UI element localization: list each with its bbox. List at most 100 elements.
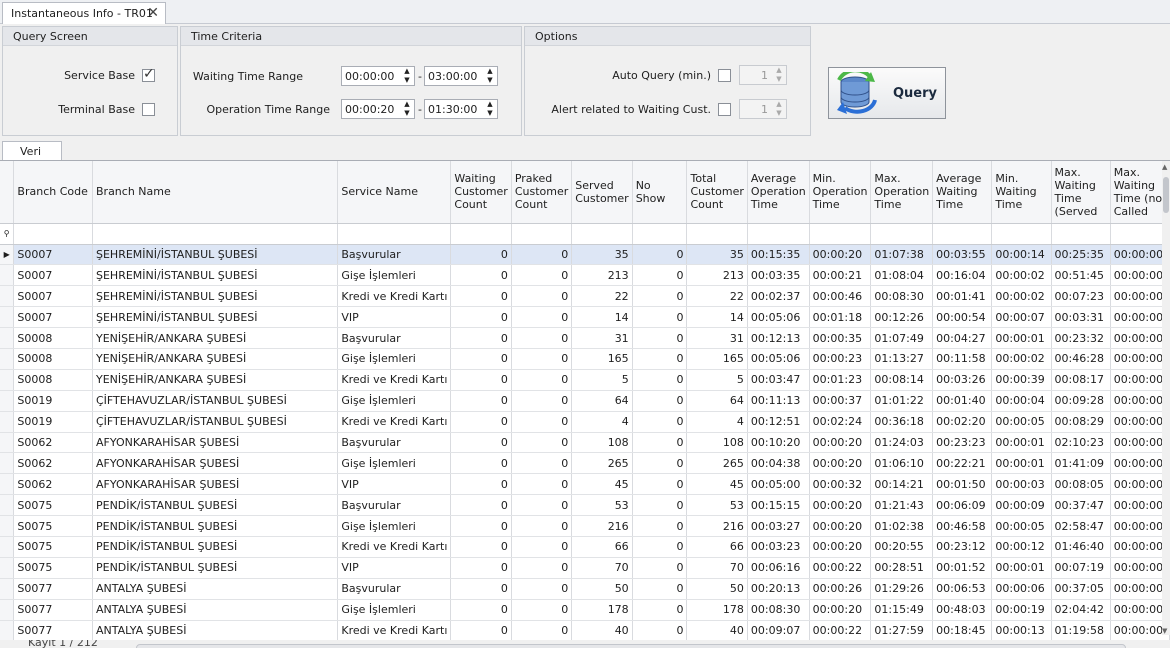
table-row[interactable]: S0075 PENDİK/İSTANBUL ŞUBESİ Başvurular 0 0 5… (0, 494, 1170, 517)
table-cell: 00:20:55 (870, 536, 934, 558)
column-header[interactable]: Branch Name (92, 161, 339, 224)
filter-cell[interactable] (991, 223, 1052, 245)
table-cell: 0 (632, 536, 688, 558)
scroll-up-icon[interactable]: ▲ (1162, 163, 1167, 171)
table-cell: 14 (571, 306, 633, 329)
table-row[interactable]: S0007 ŞEHREMİNİ/İSTANBUL ŞUBESİ Kredi ve K… (0, 285, 1170, 308)
query-button[interactable]: Query (828, 67, 946, 119)
doc-tab-instantaneous-info[interactable]: Instantaneous Info - TR01 ✕ (2, 2, 166, 24)
spin-icon[interactable]: ▲ ▼ (400, 67, 414, 85)
table-cell: 0 (632, 578, 688, 600)
operation-time-from-input[interactable]: 00:00:20 ▲ ▼ (341, 99, 415, 119)
filter-cell[interactable] (571, 223, 633, 245)
table-row[interactable]: S0007 ŞEHREMİNİ/İSTANBUL ŞUBESİ Gişe İşlem… (0, 264, 1170, 287)
column-header[interactable]: Average Operation Time (747, 161, 810, 224)
filter-cell[interactable] (1110, 223, 1170, 245)
filter-cell[interactable] (511, 223, 573, 245)
column-header[interactable]: No Show (632, 161, 688, 224)
spin-icon[interactable]: ▲ ▼ (483, 67, 497, 85)
column-header[interactable]: Service Name (337, 161, 452, 224)
table-cell: 0 (511, 390, 573, 412)
table-row[interactable]: S0075 PENDİK/İSTANBUL ŞUBESİ Kredi ve Kred… (0, 536, 1170, 558)
filter-cell[interactable] (450, 223, 512, 245)
tab-veri[interactable]: Veri (2, 141, 62, 161)
alert-waiting-checkbox[interactable] (718, 103, 731, 116)
table-cell: 01:21:43 (870, 494, 934, 517)
table-row[interactable]: S0077 ANTALYA ŞUBESİ Kredi ve Kredi Kartı 0… (0, 620, 1170, 640)
waiting-time-from-input[interactable]: 00:00:00 ▲ ▼ (341, 66, 415, 86)
table-row[interactable]: S0077 ANTALYA ŞUBESİ Başvurular 0 0 50 0 50 00:2… (0, 578, 1170, 600)
filter-cell[interactable] (932, 223, 993, 245)
table-cell: 00:00:22 (809, 620, 872, 640)
table-cell: PENDİK/İSTANBUL ŞUBESİ (92, 536, 339, 558)
table-cell: 0 (450, 515, 512, 537)
column-header[interactable]: Max. Waiting Time (no Called (1110, 161, 1170, 224)
column-header[interactable]: Served Customer (571, 161, 633, 224)
table-row[interactable]: S0062 AFYONKARAHİSAR ŞUBESİ VIP 0 0 45 0 45 00:0… (0, 473, 1170, 496)
column-header[interactable]: Praked Customer Count (511, 161, 573, 224)
waiting-time-to-input[interactable]: 03:00:00 ▲ ▼ (424, 66, 498, 86)
filter-cell[interactable] (809, 223, 872, 245)
auto-query-minutes-input[interactable]: 1 ▲ ▼ (739, 65, 787, 85)
filter-cell[interactable] (632, 223, 688, 245)
table-cell: 01:24:03 (870, 432, 934, 454)
filter-cell[interactable] (13, 223, 93, 245)
terminal-base-checkbox[interactable] (142, 103, 155, 116)
column-header[interactable]: Min. Operation Time (809, 161, 872, 224)
table-row[interactable]: S0062 AFYONKARAHİSAR ŞUBESİ Gişe İşlemleri… (0, 452, 1170, 475)
table-cell: 0 (632, 369, 688, 391)
table-cell: S0075 (13, 515, 93, 537)
alert-waiting-input[interactable]: 1 ▲ ▼ (739, 99, 787, 119)
filter-cell[interactable] (337, 223, 452, 245)
table-row[interactable]: ▶ S0007 ŞEHREMİNİ/İSTANBUL ŞUBESİ Başvurula… (0, 244, 1170, 266)
spin-icon[interactable]: ▲ ▼ (772, 100, 786, 118)
table-row[interactable]: S0008 YENİŞEHİR/ANKARA ŞUBESİ Kredi ve Kre… (0, 369, 1170, 391)
operation-time-to-input[interactable]: 01:30:00 ▲ ▼ (424, 99, 498, 119)
table-cell: 40 (686, 620, 748, 640)
table-cell: PENDİK/İSTANBUL ŞUBESİ (92, 515, 339, 537)
record-navigator-text: Kayıt 1 / 212 (28, 640, 98, 648)
filter-cell[interactable] (686, 223, 748, 245)
scroll-down-icon[interactable]: ▼ (1162, 627, 1167, 635)
column-header[interactable]: Max. Waiting Time (Served (1051, 161, 1111, 224)
table-row[interactable]: S0008 YENİŞEHİR/ANKARA ŞUBESİ Başvurular 0 0… (0, 327, 1170, 349)
spin-icon[interactable]: ▲ ▼ (772, 66, 786, 84)
horizontal-scrollbar[interactable] (136, 644, 1126, 648)
table-cell: 00:03:23 (747, 536, 810, 558)
filter-cell[interactable] (747, 223, 810, 245)
filter-cell[interactable] (870, 223, 934, 245)
service-base-checkbox[interactable] (142, 66, 155, 82)
table-row[interactable]: S0008 YENİŞEHİR/ANKARA ŞUBESİ Gişe İşlemle… (0, 348, 1170, 370)
spin-icon[interactable]: ▲ ▼ (483, 100, 497, 118)
close-icon[interactable]: ✕ (147, 5, 159, 21)
row-indicator (0, 327, 15, 349)
table-row[interactable]: S0075 PENDİK/İSTANBUL ŞUBESİ Gişe İşlemler… (0, 515, 1170, 537)
column-header[interactable]: Min. Waiting Time (991, 161, 1052, 224)
doc-tab-title: Instantaneous Info - TR01 (11, 7, 153, 20)
table-cell: 00:00:20 (809, 432, 872, 454)
table-cell: 0 (511, 599, 573, 621)
column-header[interactable]: Max. Operation Time (870, 161, 934, 224)
table-row[interactable]: S0007 ŞEHREMİNİ/İSTANBUL ŞUBESİ VIP 0 0 14 0 14… (0, 306, 1170, 329)
table-row[interactable]: S0019 ÇİFTEHAVUZLAR/İSTANBUL ŞUBESİ Gişe İ… (0, 390, 1170, 412)
column-header[interactable]: Waiting Customer Count (450, 161, 512, 224)
filter-cell[interactable] (92, 223, 339, 245)
table-row[interactable]: S0019 ÇİFTEHAVUZLAR/İSTANBUL ŞUBESİ Kredi … (0, 411, 1170, 433)
table-cell: 0 (450, 264, 512, 287)
table-cell: 01:27:59 (870, 620, 934, 640)
column-header[interactable]: Average Waiting Time (932, 161, 993, 224)
spin-icon[interactable]: ▲ ▼ (400, 100, 414, 118)
column-header[interactable]: Total Customer Count (686, 161, 748, 224)
table-row[interactable]: S0075 PENDİK/İSTANBUL ŞUBESİ VIP 0 0 70 0 70 00:… (0, 557, 1170, 579)
vertical-scrollbar[interactable]: ▲ ▼ (1162, 161, 1170, 635)
filter-row[interactable]: ⚲ (0, 223, 1170, 245)
table-cell: 00:00:02 (991, 348, 1052, 370)
table-row[interactable]: S0062 AFYONKARAHİSAR ŞUBESİ Başvurular 0 0 10… (0, 432, 1170, 454)
auto-query-checkbox[interactable] (718, 69, 731, 82)
filter-cell[interactable] (1051, 223, 1111, 245)
table-row[interactable]: S0077 ANTALYA ŞUBESİ Gişe İşlemleri 0 0 178 0 1… (0, 599, 1170, 621)
table-cell: 22 (686, 285, 748, 308)
column-header[interactable]: Branch Code (13, 161, 93, 224)
table-cell: ŞEHREMİNİ/İSTANBUL ŞUBESİ (92, 285, 339, 308)
vertical-scroll-thumb[interactable] (1163, 177, 1169, 213)
